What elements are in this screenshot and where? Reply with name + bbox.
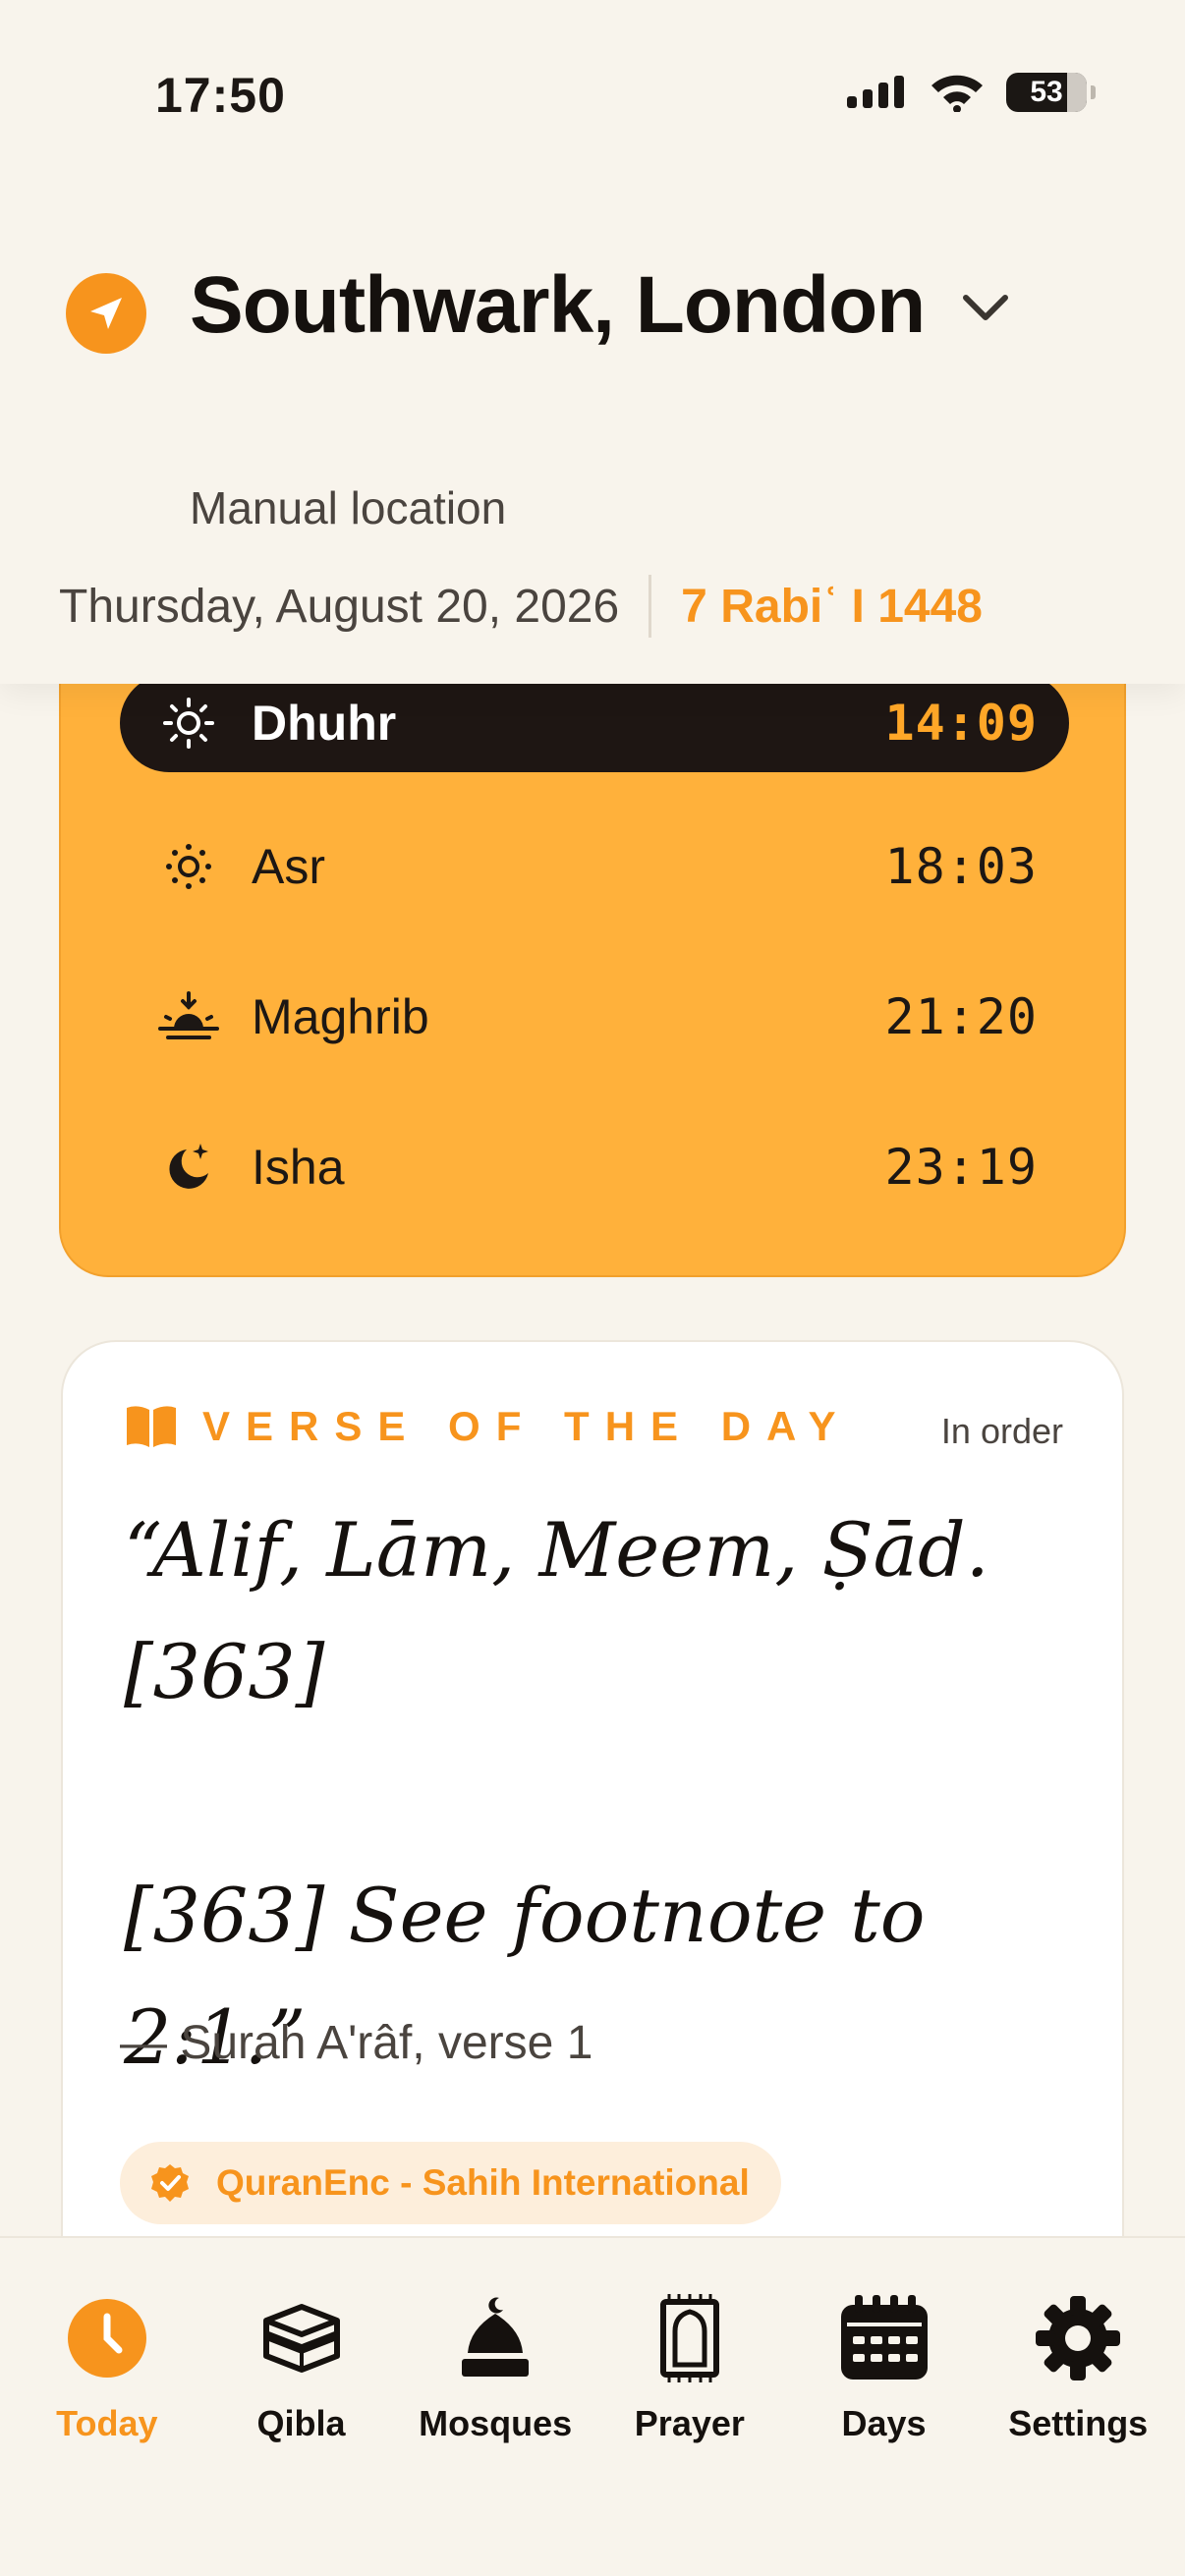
- status-icons: 53: [847, 73, 1096, 112]
- tab-label: Mosques: [419, 2403, 573, 2443]
- sun-small-icon: [140, 839, 238, 894]
- prayer-time: 23:19: [884, 1139, 1038, 1196]
- prayer-name: Asr: [252, 839, 325, 894]
- verified-check-icon: [151, 2164, 189, 2202]
- sunset-icon: [140, 989, 238, 1044]
- prayer-name: Isha: [252, 1140, 345, 1195]
- date-divider: [649, 575, 652, 638]
- tab-prayer[interactable]: Prayer: [592, 2238, 787, 2576]
- gear-icon: [1034, 2291, 1122, 2385]
- prayer-time: 18:03: [884, 838, 1038, 895]
- tab-label: Today: [56, 2403, 158, 2443]
- location-arrow-icon[interactable]: [66, 273, 146, 354]
- tab-days[interactable]: Days: [787, 2238, 982, 2576]
- prayer-mat-icon: [659, 2291, 720, 2385]
- location-mode: Manual location: [190, 482, 507, 533]
- book-icon: [127, 1406, 176, 1447]
- tab-settings[interactable]: Settings: [981, 2238, 1175, 2576]
- moon-stars-icon: [140, 1140, 238, 1195]
- prayer-name: Maghrib: [252, 989, 429, 1044]
- prayer-time: 21:20: [884, 988, 1038, 1045]
- tab-label: Prayer: [634, 2403, 745, 2443]
- tab-label: Qibla: [256, 2403, 346, 2443]
- date-hijri: 7 Rabiʿ I 1448: [681, 580, 983, 633]
- verse-header: VERSE OF THE DAY: [124, 1403, 852, 1450]
- location-header: 17:50 53 Southwark, London Manual locati…: [0, 0, 1185, 684]
- tab-mosques[interactable]: Mosques: [398, 2238, 592, 2576]
- tab-qibla[interactable]: Qibla: [204, 2238, 399, 2576]
- prayer-row-isha[interactable]: Isha 23:19: [120, 1118, 1069, 1216]
- prayer-name: Dhuhr: [252, 696, 397, 751]
- verse-text: “Alif, Lām, Meem, Ṣād. [363] [363] See f…: [124, 1506, 989, 2081]
- calendar-icon: [839, 2291, 930, 2385]
- prayer-row-maghrib[interactable]: Maghrib 21:20: [120, 968, 1069, 1066]
- mosque-icon: [456, 2291, 535, 2385]
- date-gregorian: Thursday, August 20, 2026: [59, 580, 620, 633]
- prayer-time: 14:09: [884, 695, 1038, 752]
- verse-of-the-day-card[interactable]: VERSE OF THE DAY In order “Alif, Lām, Me…: [61, 1340, 1124, 2323]
- tab-label: Settings: [1008, 2403, 1149, 2443]
- battery-icon: 53: [1006, 73, 1096, 112]
- sun-icon: [140, 696, 238, 751]
- location-title[interactable]: Southwark, London: [190, 259, 926, 352]
- tab-bar: Today Qibla Mosques Prayer Days Settings: [0, 2236, 1185, 2576]
- clock-icon: [66, 2291, 148, 2385]
- status-time: 17:50: [155, 68, 286, 123]
- tab-label: Days: [841, 2403, 927, 2443]
- verse-reference: — Surah A'râf, verse 1: [120, 2017, 593, 2069]
- verse-order-mode[interactable]: In order: [941, 1411, 1063, 1452]
- date-row: Thursday, August 20, 2026 7 Rabiʿ I 1448: [59, 575, 983, 638]
- verse-label: VERSE OF THE DAY: [202, 1403, 852, 1449]
- tab-today[interactable]: Today: [10, 2238, 204, 2576]
- status-bar: 17:50 53: [0, 0, 1185, 187]
- verse-source-label: QuranEnc - Sahih International: [216, 2162, 750, 2203]
- wifi-icon: [931, 75, 983, 112]
- prayer-row-asr[interactable]: Asr 18:03: [120, 817, 1069, 916]
- signal-icon: [847, 76, 904, 108]
- kaaba-icon: [262, 2291, 341, 2385]
- prayer-row-dhuhr[interactable]: Dhuhr 14:09: [120, 674, 1069, 772]
- chevron-down-icon[interactable]: [961, 293, 1010, 322]
- verse-source-badge[interactable]: QuranEnc - Sahih International: [120, 2142, 781, 2224]
- battery-level: 53: [1030, 76, 1063, 108]
